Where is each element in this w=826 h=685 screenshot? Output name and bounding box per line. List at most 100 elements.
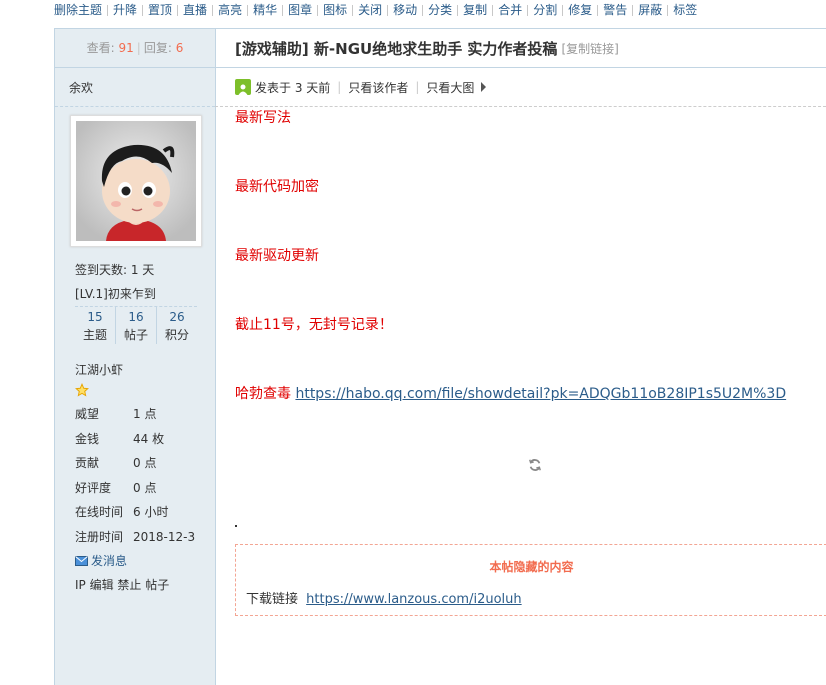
- admin-action-link[interactable]: 直播: [178, 0, 212, 20]
- admin-action-link[interactable]: 修复: [563, 0, 597, 20]
- field-value: 0 点: [133, 480, 157, 495]
- field-value: 1 点: [133, 407, 157, 421]
- admin-toolbar-item: 精华: [248, 0, 282, 20]
- hidden-content-box: 本帖隐藏的内容 下载链接 https://www.lanzous.com/i2u…: [235, 544, 826, 616]
- field-key: 贡献: [75, 456, 100, 470]
- count-points[interactable]: 26 积分: [156, 307, 197, 344]
- admin-toolbar-item: 图章: [283, 0, 317, 20]
- post-time: 发表于 3 天前: [255, 80, 331, 95]
- field-key: 威望: [75, 407, 100, 421]
- author-info: 签到天数: 1 天 [LV.1]初来乍到 15 主题 16 帖子 26 积分 江湖小虾…: [75, 258, 205, 597]
- admin-toolbar-item: 直播: [178, 0, 212, 20]
- admin-action-link[interactable]: 分类: [423, 0, 457, 20]
- thread-stats: 查看: 91 | 回复: 6: [55, 28, 215, 68]
- author-field-row: 注册时间 2018-12-3: [75, 525, 205, 550]
- online-status-icon: [235, 79, 251, 95]
- admin-toolbar-item: 警告: [598, 0, 632, 20]
- admin-action-link[interactable]: 图标: [318, 0, 352, 20]
- envelope-icon: [75, 556, 88, 566]
- field-value: 44 枚: [133, 431, 165, 446]
- admin-action-link[interactable]: 合并: [493, 0, 527, 20]
- send-message-label: 发消息: [91, 554, 128, 568]
- field-key: 在线时间: [75, 505, 124, 519]
- admin-toolbar-item: 删除主题: [54, 0, 107, 20]
- author-field-row: 威望 1 点: [75, 402, 205, 427]
- admin-action-link[interactable]: 屏蔽: [633, 0, 667, 20]
- avatar-frame: [70, 115, 202, 247]
- only-author-link[interactable]: 只看该作者: [348, 79, 408, 96]
- post-frame: 查看: 91 | 回复: 6 余欢 签到天数: 1 天 [LV.1]初来乍到 1…: [54, 28, 826, 685]
- admin-toolbar-item: 标签: [668, 0, 702, 20]
- copy-link-button[interactable]: [复制链接]: [561, 40, 618, 57]
- replies-count: 6: [175, 41, 184, 55]
- field-key: 金钱: [75, 431, 100, 446]
- replies-label: 回复:: [143, 41, 172, 55]
- download-link[interactable]: https://www.lanzous.com/i2uoluh: [306, 592, 521, 607]
- admin-action-link[interactable]: 关闭: [353, 0, 387, 20]
- admin-toolbar-item: 图标: [318, 0, 352, 20]
- admin-toolbar-item: 升降: [108, 0, 142, 20]
- author-field-row: 好评度 0 点: [75, 476, 205, 501]
- admin-toolbar-item: 合并: [493, 0, 527, 20]
- post-line: 最新代码加密: [235, 179, 319, 195]
- checkin-days: 签到天数: 1 天: [75, 263, 155, 277]
- avatar[interactable]: [76, 121, 196, 241]
- post-line: 截止11号，无封号记录！: [235, 317, 393, 333]
- field-value: 6 小时: [133, 505, 169, 519]
- admin-action-link[interactable]: 移动: [388, 0, 422, 20]
- field-value: 2018-12-3: [133, 529, 196, 544]
- admin-action-link[interactable]: 置顶: [143, 0, 177, 20]
- post-content: [游戏辅助] 新-NGU绝地求生助手 实力作者投稿 [复制链接] 发表于 3 天…: [215, 28, 826, 685]
- author-name[interactable]: 余欢: [55, 68, 215, 107]
- only-images-link[interactable]: 只看大图: [426, 79, 474, 96]
- admin-action-link[interactable]: 分割: [528, 0, 562, 20]
- post-body: 最新写法 最新代码加密 最新驱动更新 截止11号，无封号记录！ 哈勃查毒 htt…: [235, 108, 825, 453]
- admin-toolbar-item: 关闭: [353, 0, 387, 20]
- post-title-row: [游戏辅助] 新-NGU绝地求生助手 实力作者投稿 [复制链接]: [215, 28, 826, 68]
- author-field-row: 贡献 0 点: [75, 451, 205, 476]
- admin-action-link[interactable]: 高亮: [213, 0, 247, 20]
- author-field-row: 金钱 44 枚: [75, 427, 205, 452]
- admin-action-link[interactable]: 标签: [668, 0, 702, 20]
- post-meta: 发表于 3 天前 | 只看该作者 | 只看大图: [215, 68, 826, 107]
- count-posts[interactable]: 16 帖子: [115, 307, 156, 344]
- count-topics[interactable]: 15 主题: [75, 307, 115, 344]
- admin-action-link[interactable]: 删除主题: [54, 0, 107, 20]
- post-line: 最新写法: [235, 110, 291, 126]
- admin-toolbar-item: 修复: [563, 0, 597, 20]
- download-row: 下载链接 https://www.lanzous.com/i2uoluh: [236, 588, 826, 607]
- avatar-cartoon-icon: [76, 121, 196, 241]
- admin-toolbar-item: 屏蔽: [633, 0, 667, 20]
- scan-link[interactable]: https://habo.qq.com/file/showdetail?pk=A…: [295, 386, 786, 402]
- author-field-row: 在线时间 6 小时: [75, 500, 205, 525]
- views-count: 91: [118, 41, 134, 55]
- user-level: [LV.1]初来乍到: [75, 287, 156, 301]
- admin-action-link[interactable]: 复制: [458, 0, 492, 20]
- user-rank: 江湖小虾: [75, 363, 124, 377]
- author-counts: 15 主题 16 帖子 26 积分: [75, 306, 197, 344]
- post-title: [游戏辅助] 新-NGU绝地求生助手 实力作者投稿: [235, 39, 558, 58]
- admin-toolbar-item: 移动: [388, 0, 422, 20]
- post-line: 最新驱动更新: [235, 248, 319, 264]
- admin-toolbar: 删除主题 升降 置顶 直播 高亮 精华 图章 图标 关闭 移动 分类 复制 合并 分割 修复 警告 屏蔽 标签: [0, 0, 826, 20]
- scan-label: 哈勃查毒: [235, 386, 291, 402]
- star-icon: [75, 382, 205, 402]
- author-fields: 威望 1 点金钱 44 枚贡献 0 点好评度 0 点在线时间 6 小时 注册时间 2018-1…: [75, 402, 205, 549]
- scan-line: 哈勃查毒 https://habo.qq.com/file/showdetail…: [235, 384, 825, 453]
- admin-toolbar-item: 置顶: [143, 0, 177, 20]
- field-value: 0 点: [133, 456, 157, 470]
- field-key: 好评度: [75, 480, 112, 495]
- admin-action-link[interactable]: 图章: [283, 0, 317, 20]
- send-message-link[interactable]: 发消息: [75, 549, 205, 573]
- author-sidebar: 查看: 91 | 回复: 6 余欢 签到天数: 1 天 [LV.1]初来乍到 1…: [54, 28, 216, 685]
- loading-icon: [528, 458, 542, 475]
- admin-toolbar-item: 复制: [458, 0, 492, 20]
- admin-toolbar-item: 分割: [528, 0, 562, 20]
- arrow-right-icon[interactable]: [480, 82, 488, 92]
- stray-dot: [235, 525, 237, 527]
- admin-action-link[interactable]: 升降: [108, 0, 142, 20]
- admin-action-link[interactable]: 精华: [248, 0, 282, 20]
- admin-action-link[interactable]: 警告: [598, 0, 632, 20]
- admin-links[interactable]: IP 编辑 禁止 帖子: [75, 573, 205, 597]
- field-key: 注册时间: [75, 529, 124, 544]
